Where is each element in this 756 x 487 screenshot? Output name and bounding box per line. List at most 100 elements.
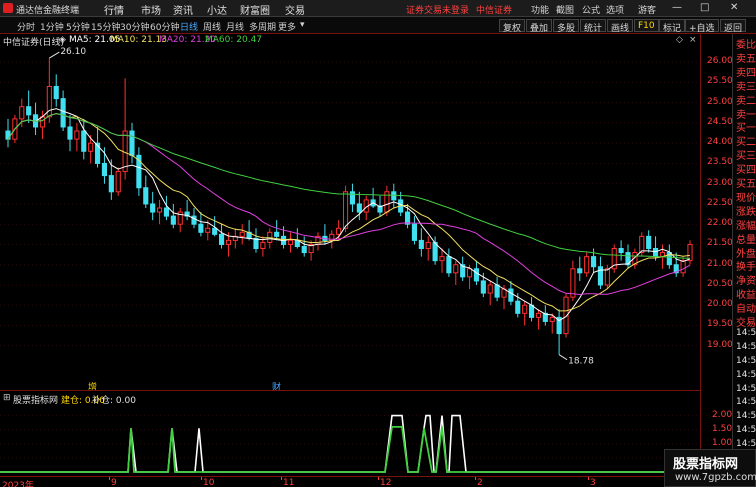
quote-panel-item[interactable]: 14:5 [736, 411, 756, 421]
add-watchlist-button[interactable]: +自选 [685, 19, 719, 34]
f10-button[interactable]: F10 [634, 19, 659, 32]
period-tab-weekly[interactable]: 周线 [203, 20, 221, 33]
quote-panel-item[interactable]: 卖四 [736, 64, 756, 79]
quote-panel-item[interactable]: 14:5 [736, 342, 756, 352]
price-tick: 22.50 [707, 197, 733, 208]
back-button[interactable]: 返回 [720, 19, 747, 34]
candle-up [535, 312, 542, 318]
quote-panel-item[interactable]: 14:5 [736, 384, 756, 394]
indicator-settings-icon[interactable]: ◈ [59, 35, 66, 45]
quote-panel-item[interactable]: 自动 [736, 300, 756, 315]
menu-news[interactable]: 资讯 [173, 2, 193, 17]
menu-options[interactable]: 选项 [606, 3, 624, 16]
candle-down [515, 300, 521, 314]
price-tick: 21.00 [707, 258, 733, 269]
candle-down [198, 223, 204, 233]
menu-function[interactable]: 功能 [531, 3, 549, 16]
quote-panel-item[interactable]: 14:5 [736, 328, 756, 338]
quote-panel-item[interactable]: 净资 [736, 272, 756, 287]
sub-indicator-chart[interactable] [0, 404, 700, 476]
maximize-icon[interactable]: □ [700, 2, 709, 13]
quote-panel-item[interactable]: 换手 [736, 258, 756, 273]
quote-panel-item[interactable]: 14:5 [736, 356, 756, 366]
candle-up [639, 235, 645, 254]
price-tick: 25.00 [707, 96, 733, 107]
quote-panel-item[interactable]: 卖二 [736, 92, 756, 107]
high-pointer [49, 51, 60, 59]
period-tab-multi[interactable]: 多周期 [249, 20, 276, 33]
date-tick: 11 [283, 478, 295, 487]
quote-panel-item[interactable]: 总量 [736, 231, 756, 246]
candle-down [494, 284, 500, 298]
diamond-icon[interactable]: ◇ [676, 35, 683, 45]
quote-panel-item[interactable]: 交易 [736, 314, 756, 329]
quote-panel-item[interactable]: 涨跌 [736, 203, 756, 218]
menu-market-quotes[interactable]: 行情 [104, 2, 124, 17]
menu-trade[interactable]: 交易 [285, 2, 305, 17]
quote-panel-item[interactable]: 卖一 [736, 106, 756, 121]
quote-panel-item[interactable]: 收益 [736, 286, 756, 301]
candle-down [349, 191, 356, 205]
guest-label[interactable]: 游客 [638, 3, 656, 16]
candle-down [391, 191, 397, 201]
quote-panel-item[interactable]: 外盘 [736, 245, 756, 260]
quote-panel-item[interactable]: 卖三 [736, 78, 756, 93]
period-tab-monthly[interactable]: 月线 [226, 20, 244, 33]
quote-panel-item[interactable]: 买四 [736, 161, 756, 176]
period-tab-30min[interactable]: 30分钟 [120, 20, 149, 33]
chart-close-icon[interactable]: × [689, 35, 697, 45]
quote-panel-item[interactable]: 现价 [736, 189, 756, 204]
price-tick: 19.50 [707, 319, 733, 330]
statistics-button[interactable]: 统计 [580, 19, 607, 34]
quote-panel-item[interactable]: 委比 [736, 36, 756, 51]
quote-panel-item[interactable]: 14:5 [736, 397, 756, 407]
adjust-button[interactable]: 复权 [499, 19, 526, 34]
candle-down [150, 203, 156, 213]
login-status[interactable]: 证券交易未登录 [406, 3, 469, 16]
quote-panel-item[interactable]: 14:5 [736, 439, 756, 449]
candle-up [487, 284, 493, 294]
period-tab-timeshare[interactable]: 分时 [17, 20, 35, 33]
candle-up [439, 256, 445, 262]
multi-stock-button[interactable]: 多股 [553, 19, 580, 34]
quote-panel-item[interactable]: 买三 [736, 147, 756, 162]
menu-formula[interactable]: 公式 [582, 3, 600, 16]
candle-up [239, 231, 245, 237]
close-icon[interactable]: ✕ [730, 2, 738, 13]
period-tab-more[interactable]: 更多 [278, 20, 296, 33]
watermark-logo: 股票指标网 www.7gpzb.com [664, 449, 756, 487]
broker-name[interactable]: 中信证券 [476, 3, 512, 16]
overlay-button[interactable]: 叠加 [526, 19, 553, 34]
price-tick: 24.50 [707, 116, 733, 127]
quote-panel-item[interactable]: 买五 [736, 175, 756, 190]
period-tab-1min[interactable]: 1分钟 [40, 20, 64, 33]
quote-panel-item[interactable]: 14:5 [736, 425, 756, 435]
draw-line-button[interactable]: 画线 [607, 19, 634, 34]
menu-market[interactable]: 市场 [141, 2, 161, 17]
menu-screenshot[interactable]: 截图 [556, 3, 574, 16]
mark-button[interactable]: 标记 [659, 19, 686, 34]
minimize-icon[interactable]: — [672, 2, 682, 13]
quote-panel-item[interactable]: 买二 [736, 133, 756, 148]
quote-panel-item[interactable]: 涨幅 [736, 217, 756, 232]
candle-down [356, 203, 362, 213]
more-chevron-down-icon[interactable]: ▾ [300, 20, 305, 30]
period-tab-60min[interactable]: 60分钟 [150, 20, 179, 33]
menu-xiaoda[interactable]: 小达 [207, 2, 227, 17]
candle-down [218, 233, 225, 245]
sub-indicator-toggle-icon[interactable]: ⊞ [3, 393, 11, 403]
quote-panel-item[interactable]: 卖五 [736, 50, 756, 65]
period-tab-15min[interactable]: 15分钟 [91, 20, 120, 33]
candle-down [480, 280, 486, 294]
period-tab-daily[interactable]: 日线 [180, 20, 198, 33]
quote-panel-item[interactable]: 14:5 [736, 370, 756, 380]
quote-panel-item[interactable]: 买一 [736, 119, 756, 134]
candle-up [584, 256, 590, 274]
kline-chart[interactable]: 26.10 18.78 [0, 46, 700, 376]
period-tab-5min[interactable]: 5分钟 [66, 20, 90, 33]
candle-up [287, 239, 294, 245]
menu-wealth-circle[interactable]: 财富圈 [240, 2, 270, 17]
high-price-label: 26.10 [60, 47, 86, 57]
candle-down [26, 106, 32, 116]
date-tick: 10 [203, 478, 215, 487]
